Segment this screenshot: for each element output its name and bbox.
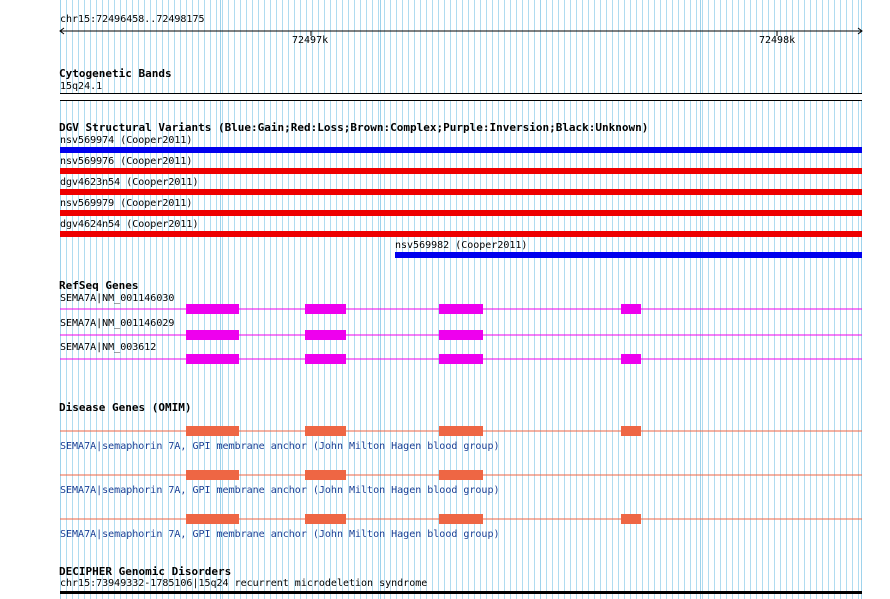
- exon: [439, 304, 483, 314]
- exon: [305, 470, 346, 480]
- genome-browser-view[interactable]: chr15:72496458..72498175 72497k 72498k C…: [0, 0, 890, 599]
- exon: [186, 304, 239, 314]
- refseq-gene-models[interactable]: [0, 0, 890, 599]
- exon: [186, 426, 239, 436]
- exon: [621, 304, 641, 314]
- exon: [305, 514, 346, 524]
- exon: [186, 470, 239, 480]
- exon: [186, 330, 239, 340]
- exon: [439, 426, 483, 436]
- decipher-disorder-bar[interactable]: [60, 591, 862, 594]
- exon: [305, 354, 346, 364]
- decipher-disorder-label: chr15:73949332-1785106|15q24 recurrent m…: [60, 578, 428, 589]
- exon: [305, 426, 346, 436]
- exon: [186, 354, 239, 364]
- omim-gene-model[interactable]: [60, 426, 862, 436]
- exon: [186, 514, 239, 524]
- omim-gene-label[interactable]: SEMA7A|semaphorin 7A, GPI membrane ancho…: [60, 485, 500, 496]
- exon: [439, 514, 483, 524]
- exon: [305, 330, 346, 340]
- refseq-transcript[interactable]: [60, 354, 862, 364]
- omim-gene-label[interactable]: SEMA7A|semaphorin 7A, GPI membrane ancho…: [60, 441, 500, 452]
- exon: [621, 354, 641, 364]
- decipher-track-title: DECIPHER Genomic Disorders: [59, 565, 232, 578]
- exon: [621, 514, 641, 524]
- exon: [439, 330, 483, 340]
- exon: [305, 304, 346, 314]
- omim-gene-model[interactable]: [60, 470, 862, 480]
- exon: [621, 426, 641, 436]
- exon: [439, 470, 483, 480]
- omim-track-title: Disease Genes (OMIM): [59, 401, 192, 414]
- omim-gene-label[interactable]: SEMA7A|semaphorin 7A, GPI membrane ancho…: [60, 529, 500, 540]
- exon: [439, 354, 483, 364]
- refseq-transcript[interactable]: [60, 304, 862, 314]
- omim-gene-model[interactable]: [60, 514, 862, 524]
- refseq-transcript[interactable]: [60, 330, 862, 340]
